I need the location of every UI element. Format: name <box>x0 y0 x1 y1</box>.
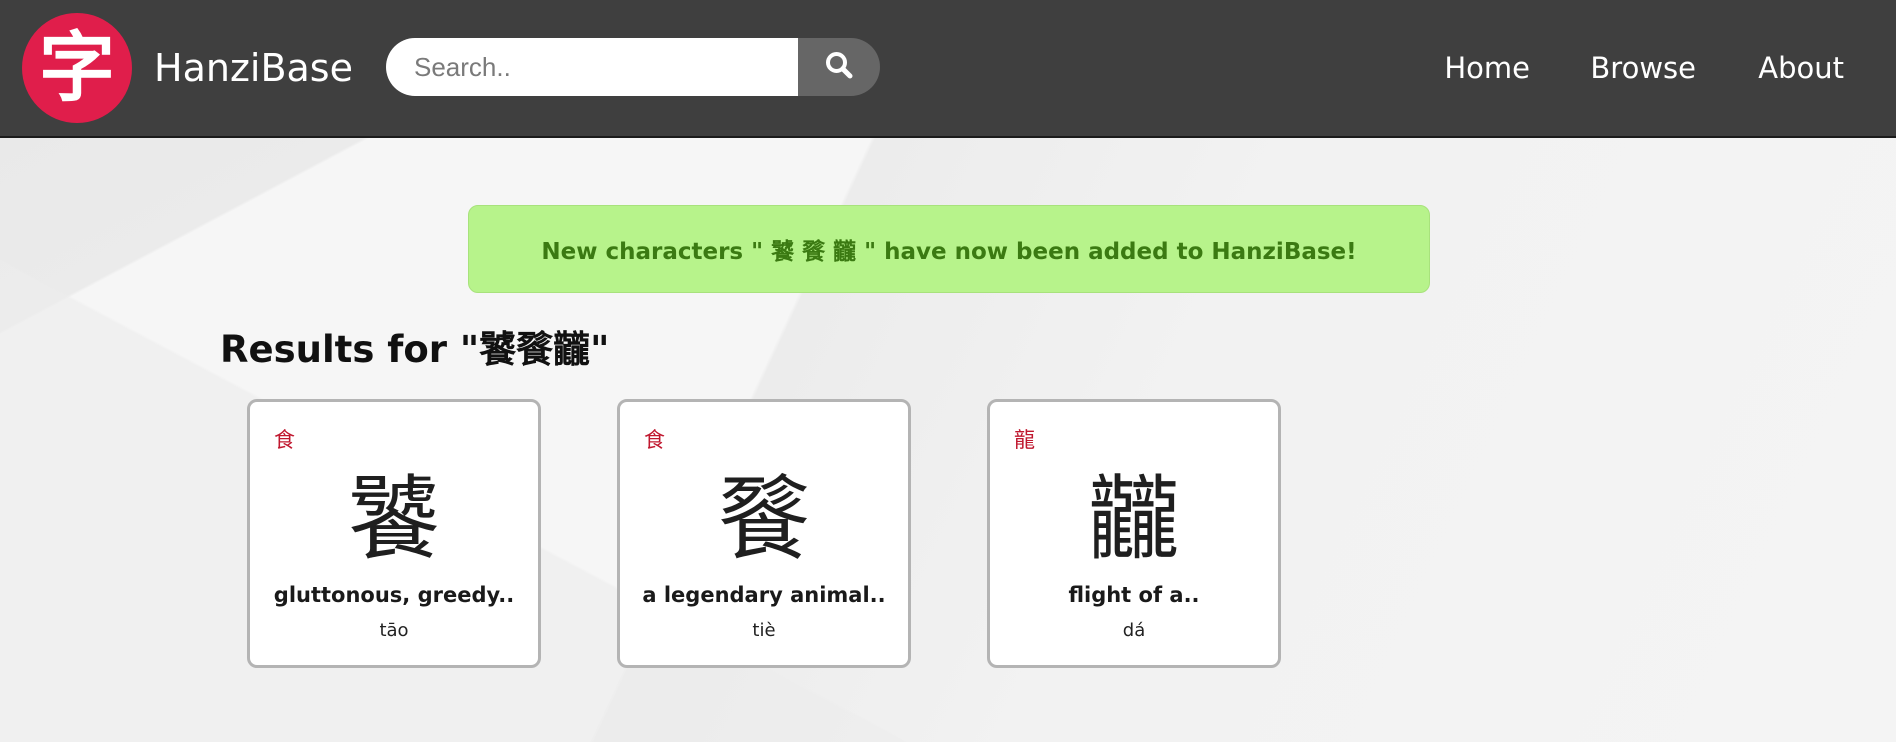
card-pinyin: tāo <box>379 620 409 641</box>
character-card[interactable]: 食 饕 gluttonous, greedy.. tāo <box>247 399 541 668</box>
notification-banner: New characters " 饕 餮 龖 " have now been a… <box>468 205 1430 293</box>
card-character: 龖 <box>1087 466 1180 573</box>
card-meaning: a legendary animal.. <box>642 583 886 607</box>
nav-home[interactable]: Home <box>1444 42 1530 94</box>
character-card[interactable]: 龍 龖 flight of a.. dá <box>987 399 1281 668</box>
search-button[interactable] <box>798 38 880 96</box>
banner-message: New characters " 饕 餮 龖 " have now been a… <box>541 239 1357 265</box>
card-pinyin: dá <box>1122 620 1146 641</box>
character-card[interactable]: 食 餮 a legendary animal.. tiè <box>617 399 911 668</box>
card-radical: 食 <box>644 428 665 452</box>
nav-browse[interactable]: Browse <box>1590 42 1696 94</box>
card-meaning: gluttonous, greedy.. <box>273 583 515 607</box>
card-character: 饕 <box>347 466 440 573</box>
results-heading: Results for "饕餮龖" <box>220 328 610 371</box>
logo[interactable]: 字 <box>22 13 132 123</box>
top-navbar: 字 HanziBase Home Browse About <box>0 0 1896 138</box>
card-character: 餮 <box>717 466 810 573</box>
card-pinyin: tiè <box>752 620 776 641</box>
card-radical: 龍 <box>1014 428 1035 452</box>
brand-name[interactable]: HanziBase <box>154 42 353 94</box>
search-input[interactable] <box>386 38 798 96</box>
nav-about[interactable]: About <box>1758 42 1844 94</box>
search-bar <box>386 38 880 96</box>
search-icon <box>824 50 854 84</box>
card-meaning: flight of a.. <box>1068 583 1200 607</box>
card-radical: 食 <box>274 428 295 452</box>
logo-glyph: 字 <box>39 23 115 112</box>
